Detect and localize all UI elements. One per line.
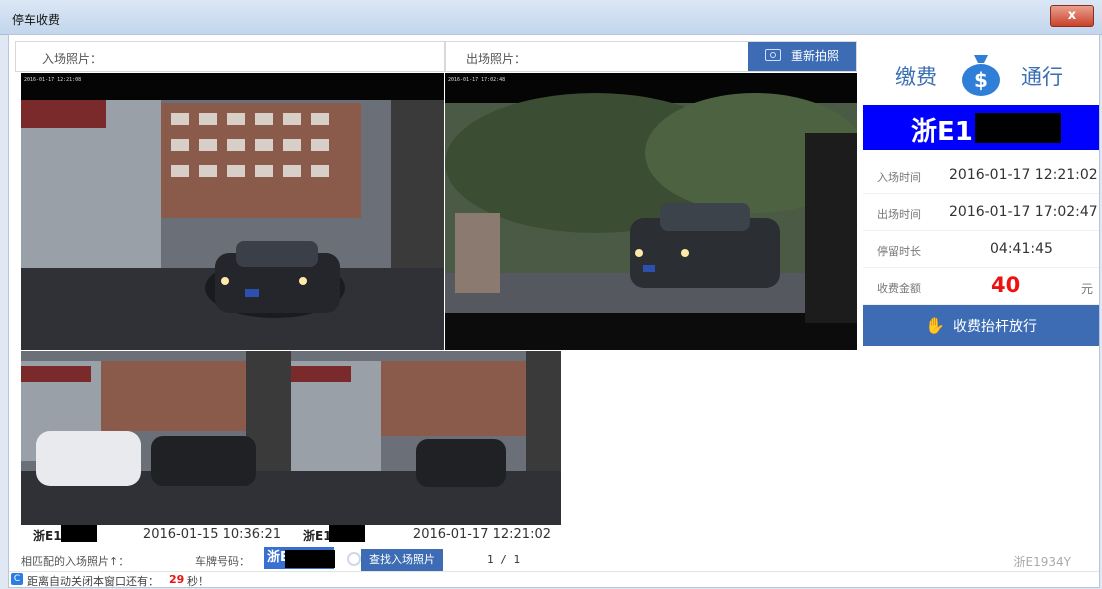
entry-time-label: 入场时间 bbox=[877, 171, 921, 184]
matched-photos-label: 相匹配的入场照片↑： bbox=[21, 555, 130, 568]
svg-text:$: $ bbox=[974, 68, 988, 92]
plate-redaction bbox=[975, 113, 1061, 143]
exit-photo-timestamp: 2016-01-17 17:02:48 bbox=[448, 77, 506, 83]
entry-photo: 2016-01-17 12:21:08 bbox=[21, 73, 444, 350]
pay-label: 缴费 bbox=[895, 65, 937, 89]
exit-photo-label: 出场照片： bbox=[466, 52, 527, 66]
fee-row: 收费金额 40 元 bbox=[863, 268, 1099, 305]
retake-photo-button[interactable]: 重新拍照 bbox=[748, 42, 856, 71]
search-icon bbox=[347, 552, 361, 566]
hand-icon: ✋ bbox=[925, 316, 945, 335]
find-entry-photo-button[interactable]: 查找入场照片 bbox=[361, 549, 443, 571]
exit-photo: 2016-01-17 17:02:48 bbox=[445, 73, 857, 350]
exit-time-value: 2016-01-17 17:02:47 bbox=[949, 204, 1098, 220]
entry-photo-label: 入场照片： bbox=[42, 52, 103, 66]
release-label: 收费抬杆放行 bbox=[952, 319, 1037, 335]
plate-prefix: 浙E1 bbox=[911, 117, 973, 147]
duration-label: 停留时长 bbox=[877, 245, 921, 258]
plate-redaction bbox=[285, 550, 335, 568]
entry-photo-header: 入场照片： bbox=[15, 41, 445, 72]
retake-label: 重新拍照 bbox=[790, 49, 839, 63]
match-caption-2: 浙E1 2016-01-17 12:21:02 bbox=[291, 525, 561, 545]
plate-number-label: 车牌号码： bbox=[195, 555, 250, 568]
match-datetime-1: 2016-01-15 10:36:21 bbox=[142, 527, 281, 542]
match-plate-2: 浙E1 bbox=[303, 529, 332, 543]
release-barrier-button[interactable]: ✋ 收费抬杆放行 bbox=[863, 305, 1099, 346]
plate-display: 浙E1 bbox=[863, 105, 1099, 150]
plate-redaction bbox=[61, 525, 97, 542]
entry-photo-timestamp: 2016-01-17 12:21:08 bbox=[24, 77, 82, 83]
match-caption-1: 浙E1 2016-01-15 10:36:21 bbox=[21, 525, 291, 545]
app-icon: C bbox=[11, 573, 23, 585]
auto-close-seconds: 29 bbox=[169, 573, 185, 586]
main-client: 入场照片： 出场照片： 重新拍照 2016-01-17 12:21:08 201… bbox=[8, 34, 1100, 588]
fee-amount: 40 bbox=[991, 273, 1021, 297]
duration-row: 停留时长 04:41:45 bbox=[863, 231, 1099, 268]
title-bar: 停车收费 x bbox=[0, 0, 1102, 35]
auto-close-text: 距离自动关闭本窗口还有： bbox=[27, 575, 159, 588]
money-bag-icon: $ bbox=[962, 55, 1000, 96]
page-indicator: 1 / 1 bbox=[487, 553, 521, 566]
plate-redaction bbox=[329, 525, 365, 542]
payment-panel: 缴费 $ 通行 浙E1 入场时间 2016-01-17 12:21:02 出场时… bbox=[863, 35, 1099, 587]
match-thumbnail-2[interactable] bbox=[291, 351, 561, 525]
auto-close-suffix: 秒！ bbox=[187, 575, 209, 588]
close-button[interactable]: x bbox=[1050, 5, 1094, 27]
entry-time-row: 入场时间 2016-01-17 12:21:02 bbox=[863, 157, 1099, 194]
match-thumbnail-1[interactable] bbox=[21, 351, 291, 525]
pass-label: 通行 bbox=[1021, 65, 1063, 89]
match-plate-1: 浙E1 bbox=[33, 529, 62, 543]
duration-value: 04:41:45 bbox=[990, 241, 1053, 257]
search-bar: 相匹配的入场照片↑： 车牌号码： 浙E1 查找入场照片 1 / 1 bbox=[9, 547, 857, 571]
fee-unit: 元 bbox=[1080, 282, 1093, 296]
entry-time-value: 2016-01-17 12:21:02 bbox=[949, 167, 1098, 183]
payment-header: 缴费 $ 通行 bbox=[863, 41, 1099, 104]
match-datetime-2: 2016-01-17 12:21:02 bbox=[412, 527, 551, 542]
camera-icon bbox=[764, 49, 781, 61]
fee-label: 收费金额 bbox=[877, 282, 921, 295]
exit-time-label: 出场时间 bbox=[877, 208, 921, 221]
exit-time-row: 出场时间 2016-01-17 17:02:47 bbox=[863, 194, 1099, 231]
plate-number-text: 浙E1934Y bbox=[1013, 555, 1071, 569]
window-title: 停车收费 bbox=[12, 13, 61, 27]
